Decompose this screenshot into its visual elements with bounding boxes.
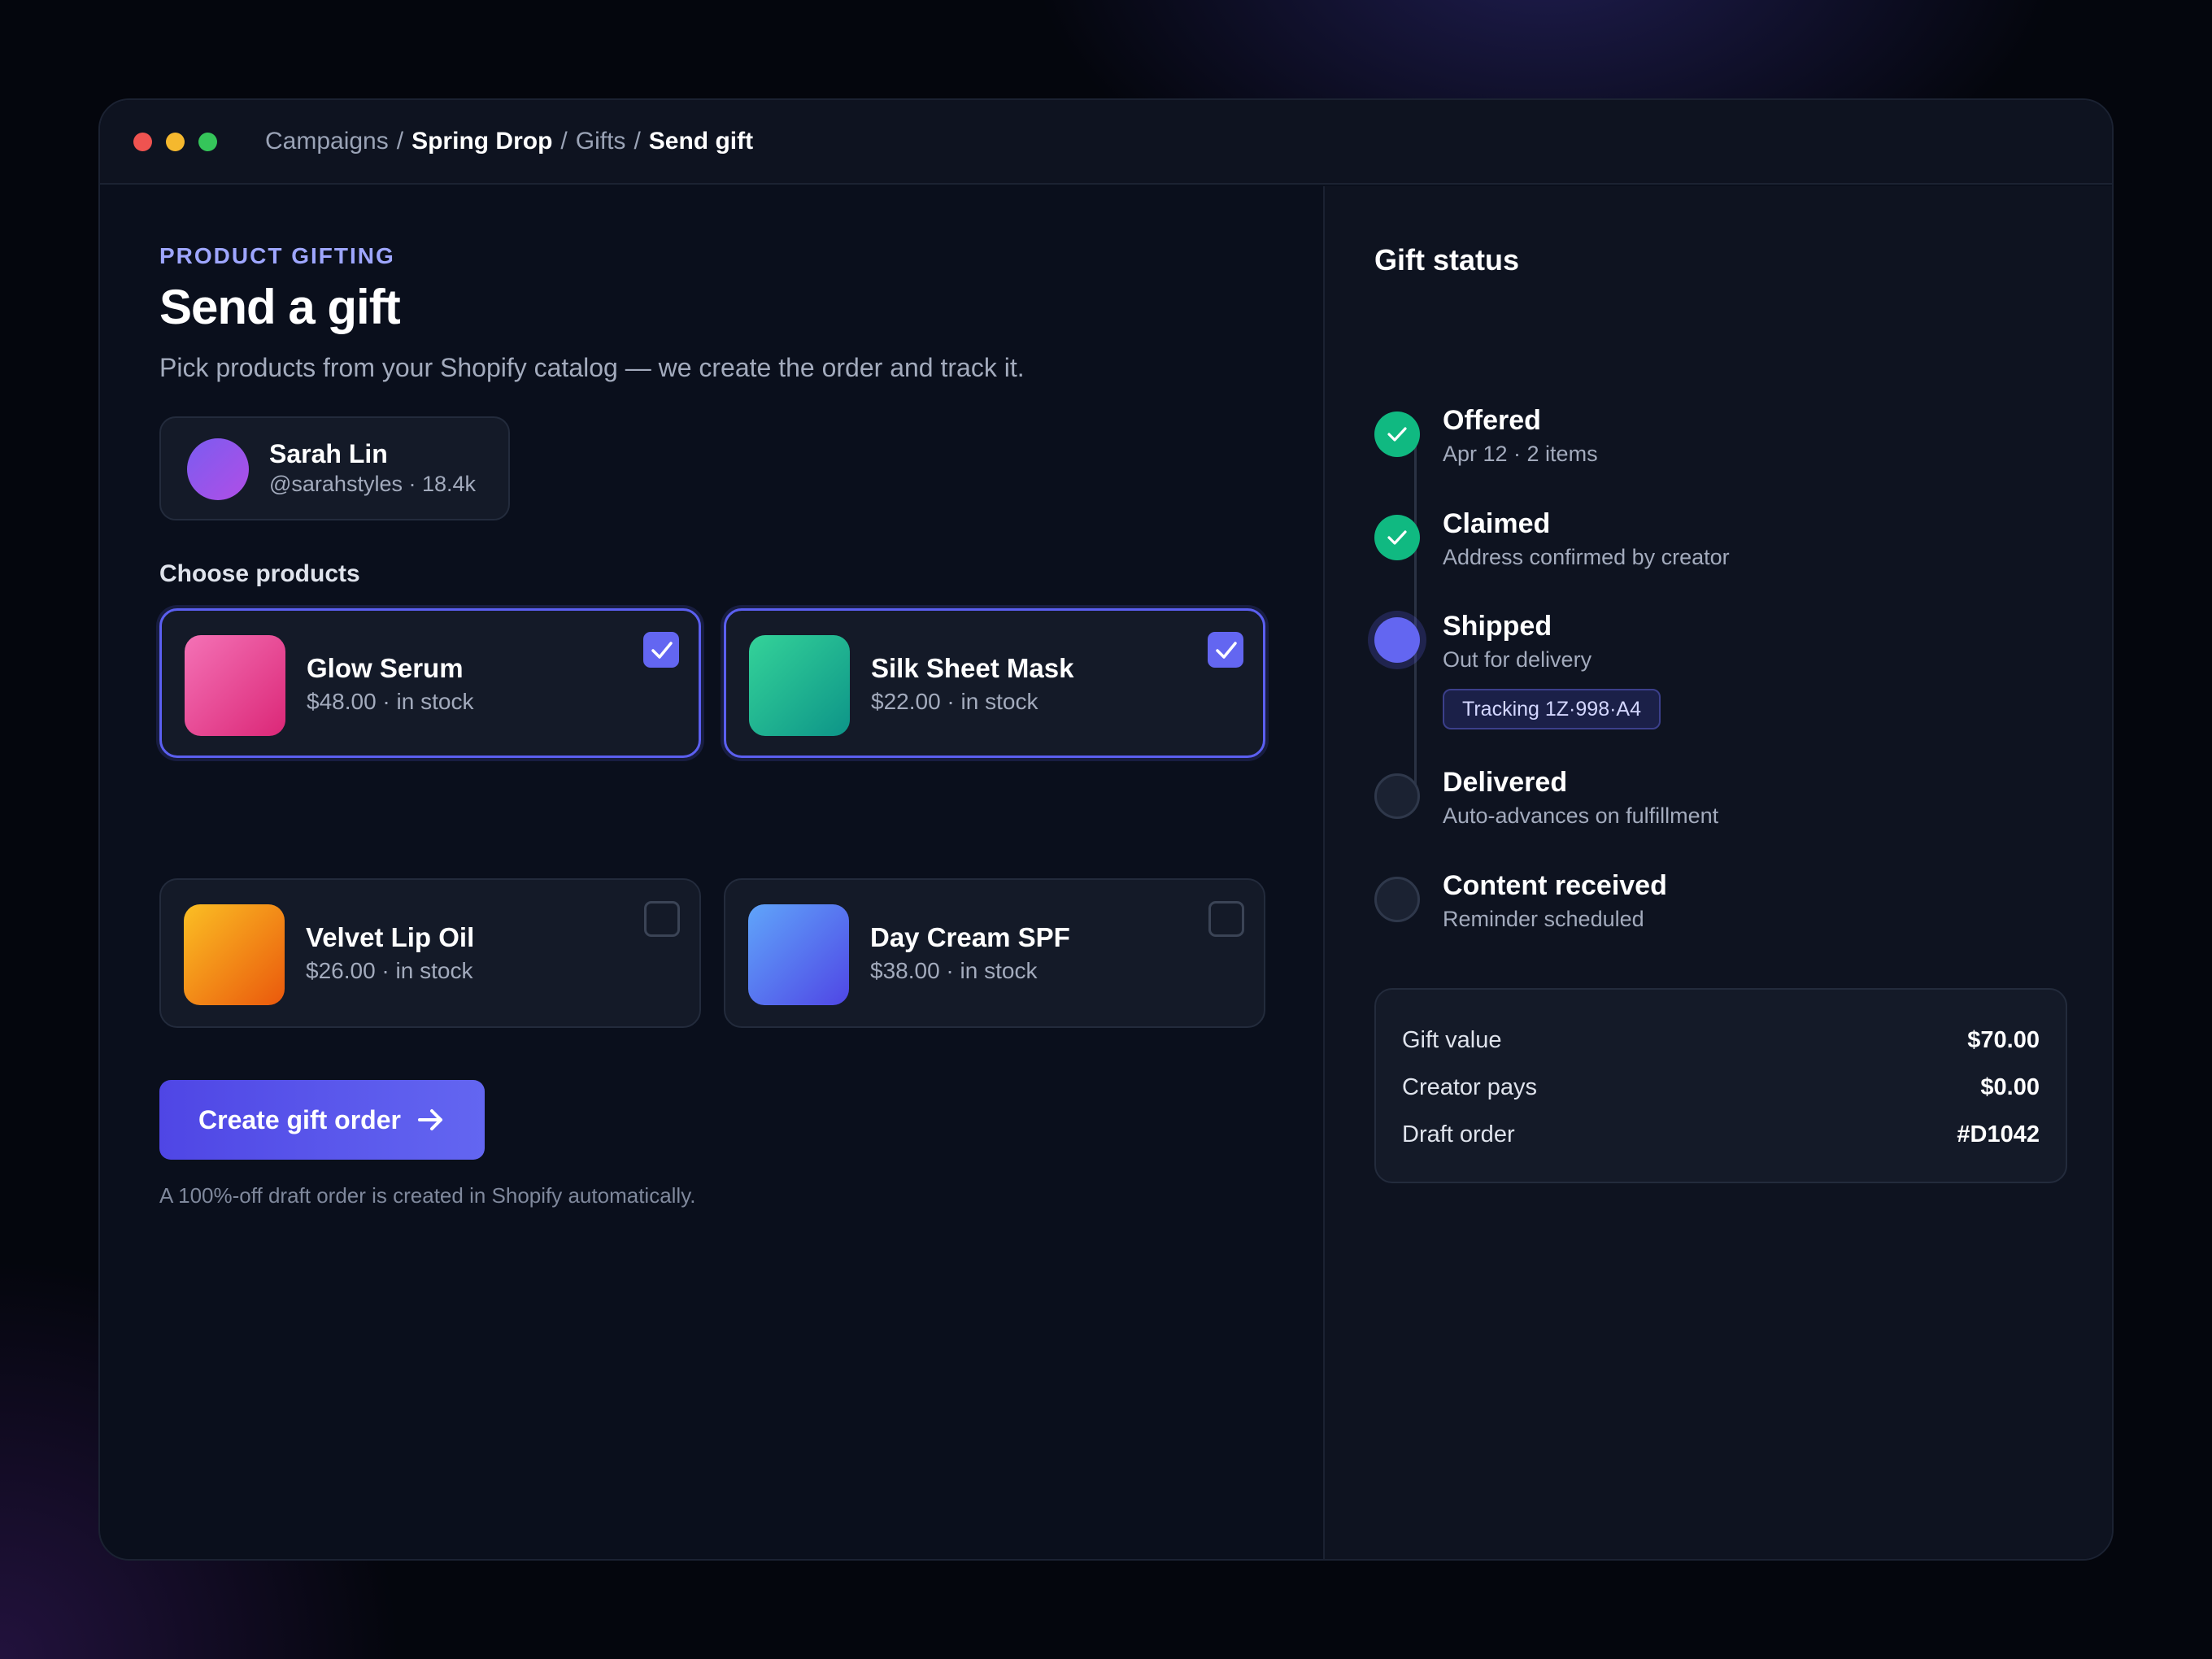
step-status-indicator — [1374, 515, 1420, 560]
product-checkbox[interactable] — [643, 632, 679, 668]
product-name: Silk Sheet Mask — [871, 653, 1074, 683]
product-price-stock: $48.00 · in stock — [307, 689, 474, 714]
step-status-indicator — [1374, 411, 1420, 457]
product-card-glow-serum[interactable]: Glow Serum $48.00 · in stock — [159, 608, 701, 758]
product-price-stock: $22.00 · in stock — [871, 689, 1039, 714]
app-window: Campaigns / Spring Drop / Gifts / Send g… — [98, 98, 2114, 1561]
window-controls — [133, 132, 217, 151]
breadcrumb-campaigns[interactable]: Campaigns — [265, 128, 389, 155]
maximize-window-button[interactable] — [198, 132, 217, 151]
creator-handle: @sarahstyles · 18.4k — [269, 472, 477, 496]
summary-value: $0.00 — [1980, 1073, 2040, 1100]
step-title: Offered — [1443, 405, 1541, 436]
product-card-day-cream-spf[interactable]: Day Cream SPF $38.00 · in stock — [724, 878, 1265, 1028]
summary-row-creator-pays: Creator pays $0.00 — [1402, 1071, 2040, 1104]
create-gift-order-button[interactable]: Create gift order — [159, 1080, 485, 1160]
product-thumbnail — [185, 635, 285, 736]
breadcrumb-separator: / — [634, 128, 641, 155]
avatar — [187, 438, 249, 500]
step-subtitle: Address confirmed by creator — [1443, 545, 1730, 569]
step-title: Content received — [1443, 870, 1667, 901]
product-thumbnail — [184, 904, 285, 1005]
minimize-window-button[interactable] — [166, 132, 185, 151]
step-subtitle: Auto-advances on fulfillment — [1443, 803, 1719, 828]
summary-label: Creator pays — [1402, 1073, 1538, 1100]
close-window-button[interactable] — [133, 132, 152, 151]
page-title: Send a gift — [159, 280, 401, 334]
checkmark-icon — [651, 642, 673, 659]
product-name: Glow Serum — [307, 653, 464, 683]
product-checkbox[interactable] — [644, 901, 680, 937]
summary-value: $70.00 — [1967, 1026, 2040, 1053]
summary-row-draft-order: Draft order #D1042 — [1402, 1118, 2040, 1151]
step-title: Delivered — [1443, 767, 1568, 798]
breadcrumb-send-gift: Send gift — [648, 128, 754, 155]
gift-status-title: Gift status — [1374, 243, 1520, 276]
gift-summary-card: Gift value $70.00 Creator pays $0.00 Dra… — [1374, 988, 2067, 1183]
product-card-silk-sheet-mask[interactable]: Silk Sheet Mask $22.00 · in stock — [724, 608, 1265, 758]
step-title: Claimed — [1443, 508, 1551, 539]
page-subtitle: Pick products from your Shopify catalog … — [159, 353, 1025, 382]
step-subtitle: Reminder scheduled — [1443, 907, 1644, 931]
products-label: Choose products — [159, 560, 360, 587]
tracking-badge[interactable]: Tracking 1Z·998·A4 — [1443, 689, 1661, 729]
checkmark-icon — [1387, 427, 1407, 442]
title-bar: Campaigns / Spring Drop / Gifts / Send g… — [100, 100, 2112, 185]
product-price-stock: $38.00 · in stock — [870, 958, 1038, 983]
checkmark-icon — [1387, 530, 1407, 545]
breadcrumb-spring-drop[interactable]: Spring Drop — [411, 128, 552, 155]
summary-label: Gift value — [1402, 1026, 1502, 1053]
product-checkbox[interactable] — [1208, 901, 1244, 937]
gift-status-panel: Gift status Offered Apr 12 · 2 items Cla… — [1323, 186, 2112, 1559]
step-status-indicator — [1374, 877, 1420, 922]
breadcrumb-gifts[interactable]: Gifts — [576, 128, 626, 155]
summary-label: Draft order — [1402, 1121, 1515, 1147]
create-gift-order-label: Create gift order — [198, 1104, 401, 1134]
step-status-indicator — [1374, 617, 1420, 663]
section-eyebrow: PRODUCT GIFTING — [159, 243, 395, 268]
arrow-right-icon — [417, 1109, 442, 1130]
summary-row-gift-value: Gift value $70.00 — [1402, 1024, 2040, 1056]
creator-card[interactable]: Sarah Lin @sarahstyles · 18.4k — [159, 416, 510, 520]
product-name: Day Cream SPF — [870, 922, 1070, 952]
main-panel: PRODUCT GIFTING Send a gift Pick product… — [100, 186, 1323, 1559]
product-thumbnail — [749, 635, 850, 736]
step-subtitle: Out for delivery — [1443, 647, 1592, 672]
timeline-connector — [1414, 438, 1417, 796]
cta-footnote: A 100%-off draft order is created in Sho… — [159, 1183, 696, 1208]
product-card-velvet-lip-oil[interactable]: Velvet Lip Oil $26.00 · in stock — [159, 878, 701, 1028]
breadcrumb-separator: / — [396, 128, 404, 155]
summary-value[interactable]: #D1042 — [1957, 1121, 2040, 1148]
step-subtitle: Apr 12 · 2 items — [1443, 442, 1598, 466]
product-price-stock: $26.00 · in stock — [306, 958, 473, 983]
breadcrumb-separator: / — [560, 128, 568, 155]
step-status-indicator — [1374, 773, 1420, 819]
product-checkbox[interactable] — [1208, 632, 1243, 668]
step-title: Shipped — [1443, 611, 1552, 642]
checkmark-icon — [1216, 642, 1237, 659]
breadcrumb: Campaigns / Spring Drop / Gifts / Send g… — [265, 128, 753, 155]
creator-name: Sarah Lin — [269, 439, 388, 468]
product-thumbnail — [748, 904, 849, 1005]
product-name: Velvet Lip Oil — [306, 922, 475, 952]
